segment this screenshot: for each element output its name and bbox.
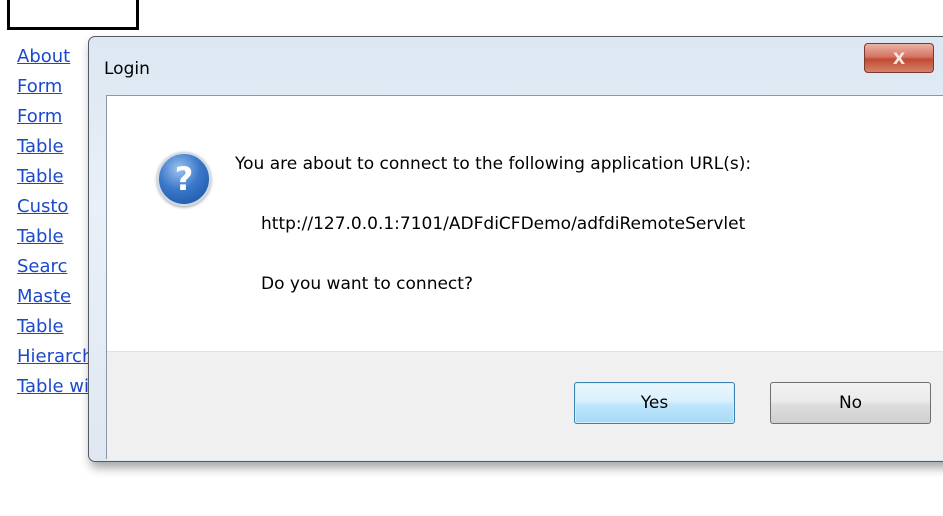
link-form-2[interactable]: Form [17,106,62,127]
link-master[interactable]: Maste [17,286,71,307]
yes-button[interactable]: Yes [574,382,735,424]
dialog-title: Login [104,59,150,79]
no-button-label: No [838,393,863,413]
application-url: http://127.0.0.1:7101/ADFdiCFDemo/adfdiR… [261,214,746,234]
question-icon: ? [157,152,211,206]
link-form-1[interactable]: Form [17,76,62,97]
close-button[interactable]: X [864,43,934,73]
link-table-4[interactable]: Table [17,316,64,337]
link-table-1[interactable]: Table [17,136,64,157]
link-custom[interactable]: Custo [17,196,68,217]
close-icon: X [892,48,906,68]
dialog-body: ? You are about to connect to the follow… [106,95,943,460]
link-table-2[interactable]: Table [17,166,64,187]
connect-question: Do you want to connect? [261,274,473,294]
selected-cell[interactable] [7,0,139,30]
login-dialog: Login X ? You are about to connect to th… [88,36,943,462]
link-search[interactable]: Searc [17,256,67,277]
connect-message: You are about to connect to the followin… [235,154,752,174]
no-button[interactable]: No [770,382,931,424]
link-table-3[interactable]: Table [17,226,64,247]
yes-button-label: Yes [640,393,669,413]
link-about[interactable]: About [17,46,70,67]
